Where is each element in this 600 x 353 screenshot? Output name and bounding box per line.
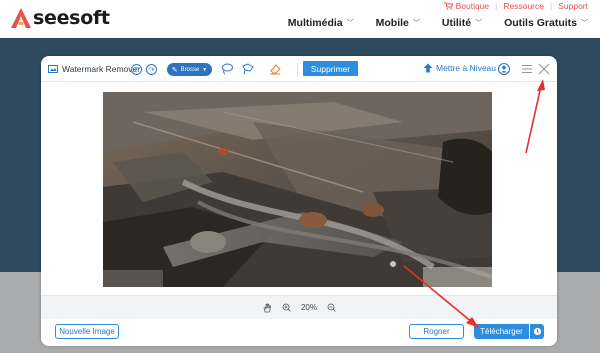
watermark-app-icon bbox=[48, 65, 58, 73]
tool-toolbar: Watermark Remover ↶ ↷ ✎ Brosse ▼ Supprim… bbox=[41, 56, 557, 82]
menu-icon[interactable] bbox=[520, 62, 534, 76]
main-nav: Multimédia ﹀ Mobile ﹀ Utilité ﹀ Outils Grat… bbox=[266, 17, 588, 29]
brush-label: Brosse bbox=[180, 66, 200, 73]
new-image-button[interactable]: Nouvelle Image bbox=[55, 324, 119, 339]
crop-button[interactable]: Rogner bbox=[409, 324, 464, 339]
image-canvas[interactable] bbox=[41, 82, 557, 295]
zoom-bar: 20% bbox=[41, 295, 557, 319]
undo-icon: ↶ bbox=[133, 66, 140, 74]
brush-icon: ✎ bbox=[171, 66, 178, 74]
nav-item-label: Outils Gratuits bbox=[504, 17, 577, 29]
chevron-down-icon: ﹀ bbox=[475, 20, 483, 27]
logo-text: seesoft bbox=[33, 7, 110, 29]
nav-item-mobile[interactable]: Mobile ﹀ bbox=[376, 17, 420, 29]
nav-item-label: Multimédia bbox=[287, 17, 343, 29]
nav-item-utility[interactable]: Utilité ﹀ bbox=[442, 17, 482, 29]
car-underbody-photo bbox=[103, 92, 492, 287]
chevron-down-icon: ﹀ bbox=[581, 20, 588, 27]
chevron-down-icon: ﹀ bbox=[346, 20, 354, 27]
zoom-out-icon[interactable] bbox=[327, 303, 336, 312]
chevron-down-icon: ▼ bbox=[202, 66, 208, 73]
clock-icon[interactable] bbox=[529, 324, 544, 339]
remove-button[interactable]: Supprimer bbox=[303, 61, 358, 76]
chevron-down-icon: ﹀ bbox=[412, 20, 420, 27]
nav-item-label: Utilité bbox=[441, 17, 472, 29]
redo-button[interactable]: ↷ bbox=[146, 64, 157, 75]
app-title-text: Watermark Remover bbox=[62, 64, 141, 74]
bottom-bar: Nouvelle Image Rogner Télécharger bbox=[41, 319, 557, 346]
close-icon[interactable] bbox=[537, 62, 551, 76]
nav-item-free-tools[interactable]: Outils Gratuits ﹀ bbox=[504, 17, 588, 29]
hand-icon[interactable] bbox=[262, 303, 272, 313]
zoom-level: 20% bbox=[300, 303, 317, 312]
brush-tool-button[interactable]: ✎ Brosse ▼ bbox=[167, 63, 212, 76]
resource-link[interactable]: Ressource bbox=[503, 1, 544, 11]
upgrade-label: Mettre à Niveau bbox=[436, 63, 496, 73]
site-logo[interactable]: seesoft bbox=[10, 6, 110, 30]
divider: | bbox=[550, 1, 553, 11]
app-title: Watermark Remover bbox=[48, 64, 140, 74]
toolbar-divider bbox=[297, 63, 298, 77]
eraser-icon[interactable] bbox=[268, 62, 282, 76]
download-label: Télécharger bbox=[480, 327, 523, 336]
nav-item-label: Mobile bbox=[375, 17, 409, 29]
divider: | bbox=[495, 1, 498, 11]
shop-link[interactable]: Boutique bbox=[456, 1, 490, 11]
account-icon[interactable] bbox=[497, 62, 511, 76]
upgrade-button[interactable]: Mettre à Niveau bbox=[423, 63, 496, 73]
redo-icon: ↷ bbox=[148, 66, 155, 74]
lasso-icon[interactable] bbox=[220, 62, 234, 76]
logo-a-icon bbox=[10, 7, 32, 29]
download-button[interactable]: Télécharger bbox=[474, 324, 544, 339]
nav-item-multimedia[interactable]: Multimédia ﹀ bbox=[288, 17, 354, 29]
zoom-in-icon[interactable] bbox=[282, 303, 291, 312]
top-links: Boutique | Ressource | Support bbox=[443, 1, 588, 11]
support-link[interactable]: Support bbox=[558, 1, 588, 11]
upgrade-icon bbox=[423, 63, 433, 73]
undo-button[interactable]: ↶ bbox=[131, 64, 142, 75]
site-header: seesoft Boutique | Ressource | Support M… bbox=[0, 0, 600, 38]
watermark-remover-window: Watermark Remover ↶ ↷ ✎ Brosse ▼ Supprim… bbox=[41, 56, 557, 346]
cart-icon bbox=[443, 2, 453, 10]
polygon-lasso-icon[interactable] bbox=[241, 62, 255, 76]
